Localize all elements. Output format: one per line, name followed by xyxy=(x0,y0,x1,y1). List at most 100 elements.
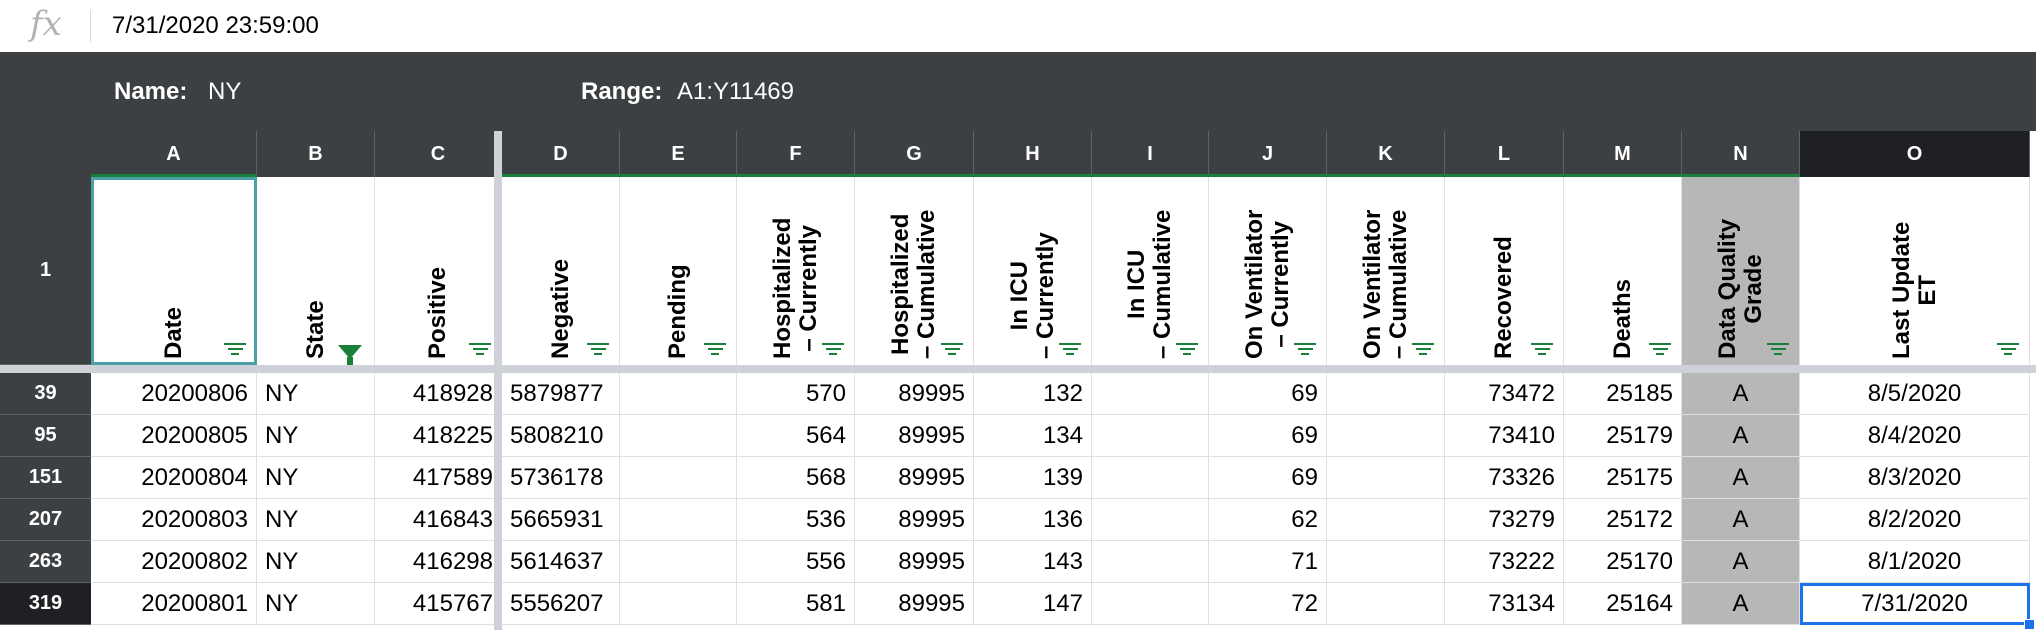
table-cell[interactable] xyxy=(620,415,737,457)
table-cell[interactable]: NY xyxy=(257,415,375,457)
table-cell[interactable]: 581 xyxy=(737,583,855,625)
header-cell-h[interactable]: In ICU – Currently xyxy=(974,177,1092,365)
table-cell[interactable]: 73326 xyxy=(1445,457,1564,499)
table-cell[interactable] xyxy=(620,541,737,583)
table-cell[interactable]: 25185 xyxy=(1564,373,1682,415)
table-cell[interactable]: 69 xyxy=(1209,457,1327,499)
table-cell[interactable]: A xyxy=(1682,583,1800,625)
column-header-o[interactable]: O xyxy=(1800,131,2030,177)
table-cell[interactable] xyxy=(1327,583,1445,625)
table-cell[interactable]: 20200804 xyxy=(91,457,257,499)
row-header[interactable]: 95 xyxy=(0,415,91,457)
column-header-g[interactable]: G xyxy=(855,131,974,177)
table-cell[interactable]: 5736178 xyxy=(502,457,620,499)
table-cell[interactable]: 73222 xyxy=(1445,541,1564,583)
header-cell-n[interactable]: Data Quality Grade xyxy=(1682,177,1800,365)
table-cell[interactable]: 69 xyxy=(1209,373,1327,415)
table-cell[interactable]: 20200803 xyxy=(91,499,257,541)
filter-lines-icon[interactable] xyxy=(1412,343,1434,357)
table-cell[interactable]: 20200805 xyxy=(91,415,257,457)
filter-lines-icon[interactable] xyxy=(469,343,491,357)
table-cell[interactable]: 89995 xyxy=(855,499,974,541)
table-cell[interactable] xyxy=(620,583,737,625)
filter-lines-icon[interactable] xyxy=(1176,343,1198,357)
header-cell-i[interactable]: In ICU – Cumulative xyxy=(1092,177,1209,365)
table-cell[interactable]: A xyxy=(1682,415,1800,457)
freeze-column-divider[interactable] xyxy=(494,131,502,630)
table-cell[interactable]: 73472 xyxy=(1445,373,1564,415)
row-header[interactable]: 207 xyxy=(0,499,91,541)
table-cell[interactable]: NY xyxy=(257,583,375,625)
table-cell[interactable] xyxy=(1092,499,1209,541)
table-cell[interactable] xyxy=(1327,541,1445,583)
column-header-e[interactable]: E xyxy=(620,131,737,177)
table-cell[interactable]: NY xyxy=(257,373,375,415)
table-cell[interactable]: 20200801 xyxy=(91,583,257,625)
row-header[interactable]: 319 xyxy=(0,583,91,625)
table-cell[interactable]: 25179 xyxy=(1564,415,1682,457)
filter-lines-icon[interactable] xyxy=(704,343,726,357)
header-cell-e[interactable]: Pending xyxy=(620,177,737,365)
table-cell[interactable] xyxy=(1092,541,1209,583)
column-header-l[interactable]: L xyxy=(1445,131,1564,177)
table-cell[interactable]: 89995 xyxy=(855,373,974,415)
filter-lines-icon[interactable] xyxy=(1294,343,1316,357)
table-cell[interactable]: 8/1/2020 xyxy=(1800,541,2030,583)
filter-lines-icon[interactable] xyxy=(1997,343,2019,357)
table-cell[interactable]: 418225 xyxy=(375,415,502,457)
table-cell[interactable]: 25170 xyxy=(1564,541,1682,583)
header-cell-m[interactable]: Deaths xyxy=(1564,177,1682,365)
column-header-m[interactable]: M xyxy=(1564,131,1682,177)
table-cell[interactable]: 25172 xyxy=(1564,499,1682,541)
table-cell[interactable]: 8/4/2020 xyxy=(1800,415,2030,457)
table-cell[interactable]: 416843 xyxy=(375,499,502,541)
row-header[interactable]: 151 xyxy=(0,457,91,499)
table-cell[interactable] xyxy=(1327,499,1445,541)
table-cell[interactable] xyxy=(1092,373,1209,415)
header-cell-d[interactable]: Negative xyxy=(502,177,620,365)
table-cell[interactable]: 25175 xyxy=(1564,457,1682,499)
table-cell[interactable]: 20200806 xyxy=(91,373,257,415)
column-header-c[interactable]: C xyxy=(375,131,502,177)
column-header-j[interactable]: J xyxy=(1209,131,1327,177)
header-cell-j[interactable]: On Ventilator – Currently xyxy=(1209,177,1327,365)
table-cell[interactable]: 7/31/2020 xyxy=(1800,583,2030,625)
column-header-f[interactable]: F xyxy=(737,131,855,177)
table-cell[interactable]: 139 xyxy=(974,457,1092,499)
column-header-i[interactable]: I xyxy=(1092,131,1209,177)
name-value[interactable]: NY xyxy=(208,78,241,106)
table-cell[interactable]: 89995 xyxy=(855,583,974,625)
column-header-k[interactable]: K xyxy=(1327,131,1445,177)
filter-lines-icon[interactable] xyxy=(224,343,246,357)
table-cell[interactable]: 136 xyxy=(974,499,1092,541)
table-cell[interactable]: 89995 xyxy=(855,457,974,499)
header-cell-c[interactable]: Positive xyxy=(375,177,502,365)
filter-lines-icon[interactable] xyxy=(1767,343,1789,357)
table-cell[interactable] xyxy=(620,373,737,415)
table-cell[interactable]: 8/3/2020 xyxy=(1800,457,2030,499)
row-header[interactable]: 263 xyxy=(0,541,91,583)
filter-lines-icon[interactable] xyxy=(1059,343,1081,357)
header-cell-o[interactable]: Last Update ET xyxy=(1800,177,2030,365)
table-cell[interactable]: 5808210 xyxy=(502,415,620,457)
header-cell-l[interactable]: Recovered xyxy=(1445,177,1564,365)
table-cell[interactable]: 69 xyxy=(1209,415,1327,457)
filter-lines-icon[interactable] xyxy=(822,343,844,357)
table-cell[interactable] xyxy=(620,499,737,541)
table-cell[interactable]: 5665931 xyxy=(502,499,620,541)
column-header-h[interactable]: H xyxy=(974,131,1092,177)
table-cell[interactable]: 418928 xyxy=(375,373,502,415)
column-header-n[interactable]: N xyxy=(1682,131,1800,177)
table-cell[interactable]: 568 xyxy=(737,457,855,499)
freeze-row-divider[interactable] xyxy=(0,365,2036,373)
fill-handle[interactable] xyxy=(2024,619,2035,630)
table-cell[interactable]: 5556207 xyxy=(502,583,620,625)
table-cell[interactable] xyxy=(620,457,737,499)
table-cell[interactable]: A xyxy=(1682,457,1800,499)
range-value[interactable]: A1:Y11469 xyxy=(677,78,794,106)
table-cell[interactable] xyxy=(1092,415,1209,457)
row-header-1[interactable]: 1 xyxy=(0,177,91,365)
table-cell[interactable]: A xyxy=(1682,499,1800,541)
filter-funnel-icon[interactable] xyxy=(338,345,362,365)
table-cell[interactable]: 147 xyxy=(974,583,1092,625)
